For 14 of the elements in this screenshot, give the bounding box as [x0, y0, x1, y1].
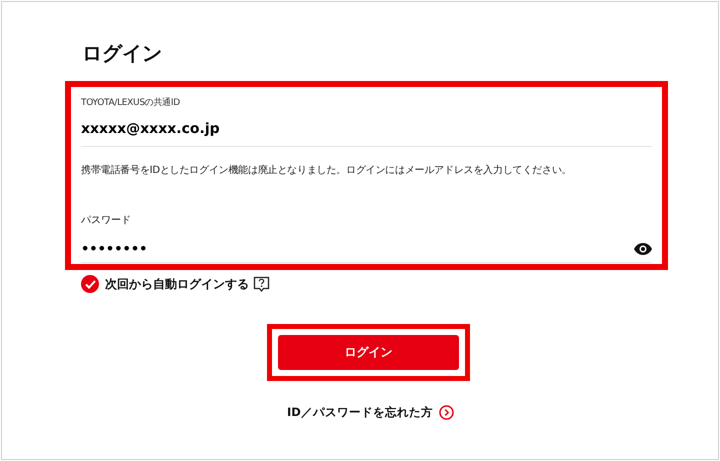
email-field[interactable]: xxxxx@xxxx.co.jp — [81, 119, 381, 139]
field-label: TOYOTA/LEXUSの共通ID — [81, 96, 181, 109]
checkmark-icon — [84, 280, 96, 288]
help-icon[interactable] — [253, 276, 270, 292]
page-title: ログイン — [82, 40, 163, 67]
notice-text: 携帯電話番号をIDとしたログイン機能は廃止となりました。ログインにはメールアドレスを入力してください。 — [81, 164, 572, 177]
eye-icon[interactable] — [634, 243, 652, 255]
chevron-circle-icon[interactable] — [438, 405, 454, 420]
login-button[interactable]: ログイン — [278, 335, 459, 370]
field-label: パスワード — [81, 214, 132, 227]
password-field[interactable]: •••••••• — [81, 242, 201, 256]
checkbox-label[interactable]: 次回から自動ログインする — [105, 276, 249, 292]
forgot-password-link[interactable]: ID／パスワードを忘れた方 — [287, 405, 433, 420]
checkbox[interactable] — [81, 275, 99, 293]
